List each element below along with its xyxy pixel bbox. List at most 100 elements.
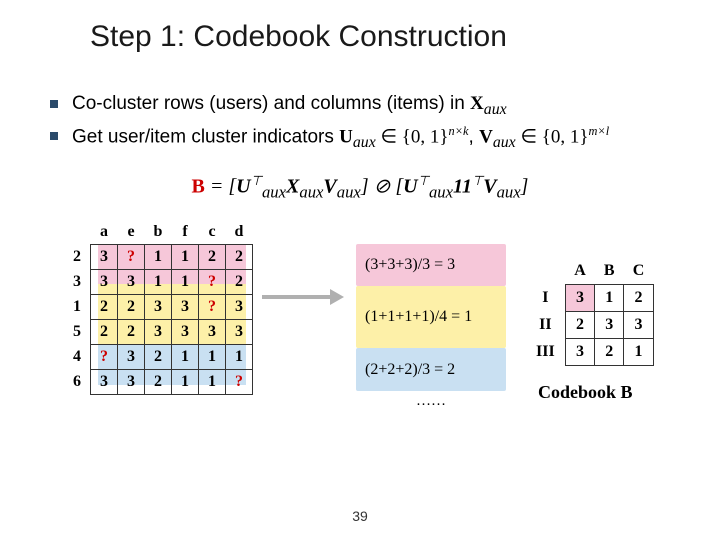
cell: 2 [624, 285, 654, 312]
cell: 2 [199, 245, 226, 270]
bullet-2-nk: n×k [449, 124, 469, 138]
bullet-1-var: X [470, 93, 484, 114]
cell: 1 [172, 345, 199, 370]
cell: 3 [565, 285, 595, 312]
cell: 3 [172, 295, 199, 320]
cell: 2 [118, 295, 145, 320]
cell: 2 [145, 345, 172, 370]
table-header-row: A B C [526, 258, 653, 285]
cell: 1 [595, 285, 624, 312]
arrow-icon [262, 292, 346, 302]
col-B: B [595, 258, 624, 285]
calc-line-1: (3+3+3)/3 = 3 [356, 244, 506, 286]
table-row: 12233?3 [64, 295, 253, 320]
cell: 3 [145, 320, 172, 345]
cell: 2 [145, 370, 172, 395]
cell: 3 [91, 370, 118, 395]
right-table: A B C I312 II233 III321 [526, 258, 654, 366]
formula-UT: ⊤ [251, 173, 262, 188]
cell: 1 [172, 370, 199, 395]
cell: 1 [172, 245, 199, 270]
row-hdr: 2 [64, 245, 91, 270]
bullet-1-sub: aux [484, 101, 507, 118]
formula-eq: = [ [205, 175, 236, 197]
row-hdr: 4 [64, 345, 91, 370]
formula-Vsub: aux [337, 182, 361, 201]
calc-block: (3+3+3)/3 = 3 (1+1+1+1)/4 = 1 (2+2+2)/3 … [356, 244, 506, 410]
formula-mid: ] ⊘ [ [361, 175, 403, 197]
cell: ? [118, 245, 145, 270]
cell: 1 [199, 345, 226, 370]
col-d: d [226, 220, 253, 245]
cell: 2 [118, 320, 145, 345]
cell: 3 [565, 339, 595, 366]
cell: 1 [145, 245, 172, 270]
calc-line-3: (2+2+2)/3 = 2 [356, 348, 506, 391]
slide: Step 1: Codebook Construction Co-cluster… [0, 0, 720, 540]
formula-X: X [286, 175, 299, 197]
cell: 3 [226, 295, 253, 320]
table-row: 633211? [64, 370, 253, 395]
cell: ? [91, 345, 118, 370]
bullet-2-aux2: aux [493, 134, 516, 151]
row-hdr: 3 [64, 270, 91, 295]
cell: 3 [91, 245, 118, 270]
cell: ? [226, 370, 253, 395]
formula-V2sub: aux [497, 182, 521, 201]
table-row: III321 [526, 339, 653, 366]
table-row: 33311?2 [64, 270, 253, 295]
calc-line-2: (1+1+1+1)/4 = 1 [356, 286, 506, 348]
cell: 1 [624, 339, 654, 366]
cell: 1 [145, 270, 172, 295]
bullet-list: Co-cluster rows (users) and columns (ite… [0, 73, 720, 154]
cell: ? [199, 295, 226, 320]
left-table: a e b f c d 23?1122 33311?2 12233?3 5223… [64, 220, 253, 395]
table-row: I312 [526, 285, 653, 312]
page-number: 39 [0, 508, 720, 524]
cell: 2 [595, 339, 624, 366]
row-hdr: 5 [64, 320, 91, 345]
cell: 1 [199, 370, 226, 395]
cell: 3 [624, 312, 654, 339]
row-hdr: I [526, 285, 565, 312]
formula-end: ] [521, 175, 529, 197]
table-row: II233 [526, 312, 653, 339]
bullet-1: Co-cluster rows (users) and columns (ite… [46, 91, 720, 120]
bullet-2-aux1: aux [353, 134, 376, 151]
bullet-2-V: V [479, 126, 493, 147]
formula: B = [U⊤auxXauxVaux] ⊘ [U⊤aux11⊤Vaux] [0, 173, 720, 203]
cell: 3 [145, 295, 172, 320]
formula-U2sub: aux [429, 182, 453, 201]
col-a: a [91, 220, 118, 245]
formula-ones: 11 [453, 175, 472, 197]
table-header-row: a e b f c d [64, 220, 253, 245]
col-e: e [118, 220, 145, 245]
formula-onesT: ⊤ [472, 173, 483, 188]
table-row: 5223333 [64, 320, 253, 345]
cell: 3 [199, 320, 226, 345]
slide-title: Step 1: Codebook Construction [0, 0, 720, 54]
row-hdr: II [526, 312, 565, 339]
formula-U2T: ⊤ [418, 173, 429, 188]
cell: 3 [118, 345, 145, 370]
formula-U2: U [403, 175, 417, 197]
figure: a e b f c d 23?1122 33311?2 12233?3 5223… [60, 220, 660, 430]
cell: 2 [226, 245, 253, 270]
cell: 1 [226, 345, 253, 370]
col-C: C [624, 258, 654, 285]
bullet-2: Get user/item cluster indicators Uaux ∈ … [46, 123, 720, 153]
col-A: A [565, 258, 595, 285]
bullet-2-ml: m×l [588, 124, 609, 138]
col-b: b [145, 220, 172, 245]
table-row: 23?1122 [64, 245, 253, 270]
cell: 2 [91, 295, 118, 320]
formula-B: B [192, 175, 205, 197]
formula-Xsub: aux [299, 182, 323, 201]
col-f: f [172, 220, 199, 245]
row-hdr: 6 [64, 370, 91, 395]
table-row: 4?32111 [64, 345, 253, 370]
bullet-2-comma: , [469, 126, 480, 147]
cell: 1 [172, 270, 199, 295]
bullet-1-text: Co-cluster rows (users) and columns (ite… [72, 93, 470, 114]
bullet-2-U: U [339, 126, 353, 147]
